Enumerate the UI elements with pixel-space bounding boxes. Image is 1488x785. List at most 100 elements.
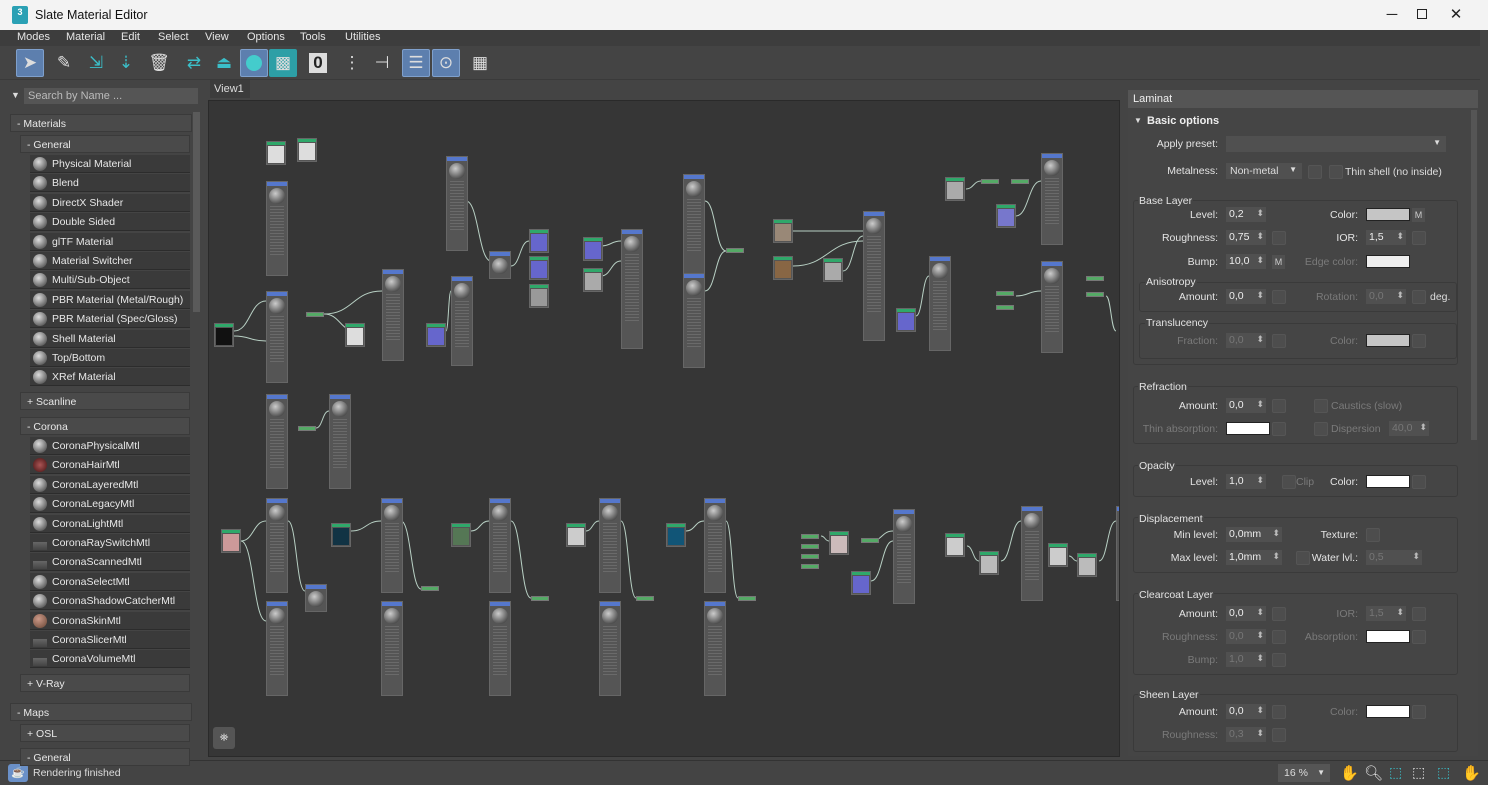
material-map-navigator-icon[interactable]: ☰ (402, 49, 430, 77)
clearcoat-bump-spinner[interactable]: 1,0 (1226, 652, 1266, 667)
category-maps[interactable]: - Maps (10, 703, 192, 721)
zoom-extents-selected-icon[interactable]: ⬚ (1437, 764, 1450, 781)
map-node[interactable] (221, 529, 241, 553)
map-node[interactable] (583, 237, 603, 261)
map-node[interactable] (945, 177, 965, 201)
map-node[interactable] (945, 533, 965, 557)
bump-spinner[interactable]: 10,0 (1226, 254, 1266, 269)
material-node[interactable] (266, 181, 288, 276)
list-item[interactable]: Shell Material (30, 329, 190, 348)
material-node[interactable] (683, 273, 705, 368)
fraction-spinner[interactable]: 0,0 (1226, 333, 1266, 348)
material-node[interactable] (489, 601, 511, 696)
material-node[interactable] (266, 498, 288, 593)
connector-node[interactable] (636, 596, 654, 601)
material-node[interactable] (704, 498, 726, 593)
rollout-title[interactable]: Basic options (1147, 115, 1219, 127)
delete-icon[interactable]: 🗑 (145, 49, 173, 77)
menu-options[interactable]: Options (247, 31, 285, 43)
sheen-amount-spinner[interactable]: 0,0 (1226, 704, 1266, 719)
map-node[interactable] (666, 523, 686, 547)
pan-hand-icon[interactable]: ✋ (1340, 764, 1359, 782)
material-node[interactable] (621, 229, 643, 349)
map-node[interactable] (829, 531, 849, 555)
material-node[interactable] (893, 509, 915, 604)
map-node[interactable] (331, 523, 351, 547)
map-node[interactable] (529, 284, 549, 308)
clearcoat-ior-map-slot[interactable] (1412, 607, 1426, 621)
menu-modes[interactable]: Modes (17, 31, 50, 43)
connector-node[interactable] (306, 312, 324, 317)
list-item[interactable]: Multi/Sub-Object (30, 271, 190, 290)
material-node[interactable] (489, 498, 511, 593)
connector-node[interactable] (1086, 292, 1104, 297)
material-node[interactable] (599, 498, 621, 593)
material-node[interactable] (266, 394, 288, 489)
map-node[interactable] (266, 141, 286, 165)
list-item[interactable]: CoronaShadowCatcherMtl (30, 592, 190, 611)
list-item[interactable]: CoronaHairMtl (30, 456, 190, 475)
material-node[interactable] (381, 601, 403, 696)
map-node[interactable] (1077, 553, 1097, 577)
translucency-color-swatch[interactable] (1366, 334, 1410, 347)
translucency-map-slot[interactable] (1412, 334, 1426, 348)
params-scrollbar[interactable] (1471, 110, 1477, 440)
opacity-level-spinner[interactable]: 1,0 (1226, 474, 1266, 489)
material-node[interactable] (266, 291, 288, 383)
material-node[interactable] (599, 601, 621, 696)
connector-node[interactable] (531, 596, 549, 601)
clearcoat-ior-spinner[interactable]: 1,5 (1366, 606, 1406, 621)
max-level-spinner[interactable]: 1,0mm (1226, 550, 1282, 565)
move-children-icon[interactable]: ⇄ (180, 49, 208, 77)
category-general[interactable]: - General (20, 135, 190, 153)
list-item[interactable]: CoronaLayeredMtl (30, 475, 190, 494)
apply-preset-dropdown[interactable]: ▼ (1226, 136, 1446, 152)
connector-node[interactable] (801, 534, 819, 539)
connector-node[interactable] (1011, 179, 1029, 184)
map-node[interactable] (583, 268, 603, 292)
list-item[interactable]: XRef Material (30, 368, 190, 387)
assign-to-selection-icon[interactable]: ⇲ (82, 49, 110, 77)
map-node[interactable] (345, 323, 365, 347)
refraction-amount-spinner[interactable]: 0,0 (1226, 398, 1266, 413)
zoom-extents-icon[interactable]: ⬚ (1412, 764, 1425, 781)
map-node[interactable] (823, 258, 843, 282)
hide-unused-icon[interactable]: ⏏ (210, 49, 238, 77)
close-button[interactable]: ✕ (1436, 4, 1476, 26)
list-item[interactable]: CoronaSkinMtl (30, 611, 190, 630)
connector-node[interactable] (861, 538, 879, 543)
clearcoat-bump-map-slot[interactable] (1272, 653, 1286, 667)
material-node[interactable] (704, 601, 726, 696)
menu-material[interactable]: Material (66, 31, 105, 43)
dispersion-checkbox[interactable] (1314, 422, 1328, 436)
map-node[interactable] (451, 523, 471, 547)
rotation-spinner[interactable]: 0,0 (1366, 289, 1406, 304)
list-item[interactable]: PBR Material (Spec/Gloss) (30, 310, 190, 329)
material-id-button[interactable]: 0 (304, 49, 332, 77)
min-level-spinner[interactable]: 0,0mm (1226, 527, 1282, 542)
list-item[interactable]: Physical Material (30, 155, 190, 173)
zoom-dropdown[interactable]: 16 % ▼ (1278, 764, 1330, 782)
material-node[interactable] (929, 256, 951, 351)
material-node[interactable] (305, 584, 327, 612)
material-node[interactable] (266, 601, 288, 696)
map-node[interactable] (214, 323, 234, 347)
connector-node[interactable] (298, 426, 316, 431)
connector-node[interactable] (996, 305, 1014, 310)
connector-node[interactable] (1086, 276, 1104, 281)
category-materials[interactable]: - Materials (10, 114, 192, 132)
list-item[interactable]: PBR Material (Metal/Rough) (30, 290, 190, 309)
parameter-editor-icon[interactable]: ⊙ (432, 49, 460, 77)
edge-color-swatch[interactable] (1366, 255, 1410, 268)
thin-shell-checkbox[interactable] (1329, 165, 1343, 179)
menu-select[interactable]: Select (158, 31, 189, 43)
map-node[interactable] (996, 204, 1016, 228)
base-color-swatch[interactable] (1366, 208, 1410, 221)
dispersion-spinner[interactable]: 40,0 (1389, 421, 1429, 436)
caustics-checkbox[interactable] (1314, 399, 1328, 413)
list-item[interactable]: Double Sided (30, 213, 190, 232)
connector-node[interactable] (801, 544, 819, 549)
sheen-color-map-slot[interactable] (1412, 705, 1426, 719)
browser-scrollbar[interactable] (193, 112, 200, 312)
tab-view1[interactable]: View1 (210, 80, 250, 98)
